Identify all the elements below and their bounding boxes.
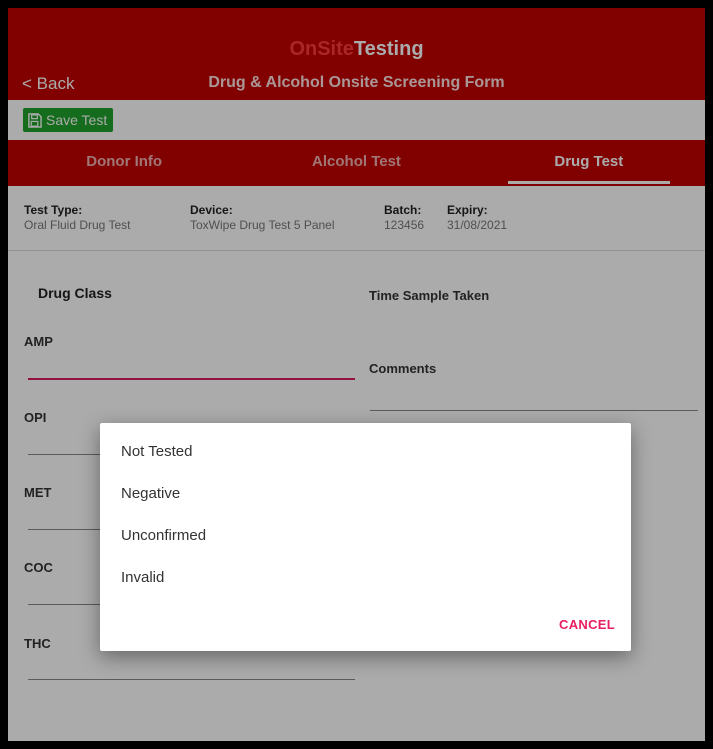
option-negative[interactable]: Negative <box>121 485 180 502</box>
option-invalid[interactable]: Invalid <box>121 569 164 586</box>
cancel-button[interactable]: CANCEL <box>559 617 615 632</box>
app-screen: OnSiteTesting < Back Drug & Alcohol Onsi… <box>8 8 705 741</box>
result-dialog: Not Tested Negative Unconfirmed Invalid … <box>100 423 631 651</box>
option-not-tested[interactable]: Not Tested <box>121 443 192 460</box>
option-unconfirmed[interactable]: Unconfirmed <box>121 527 206 544</box>
